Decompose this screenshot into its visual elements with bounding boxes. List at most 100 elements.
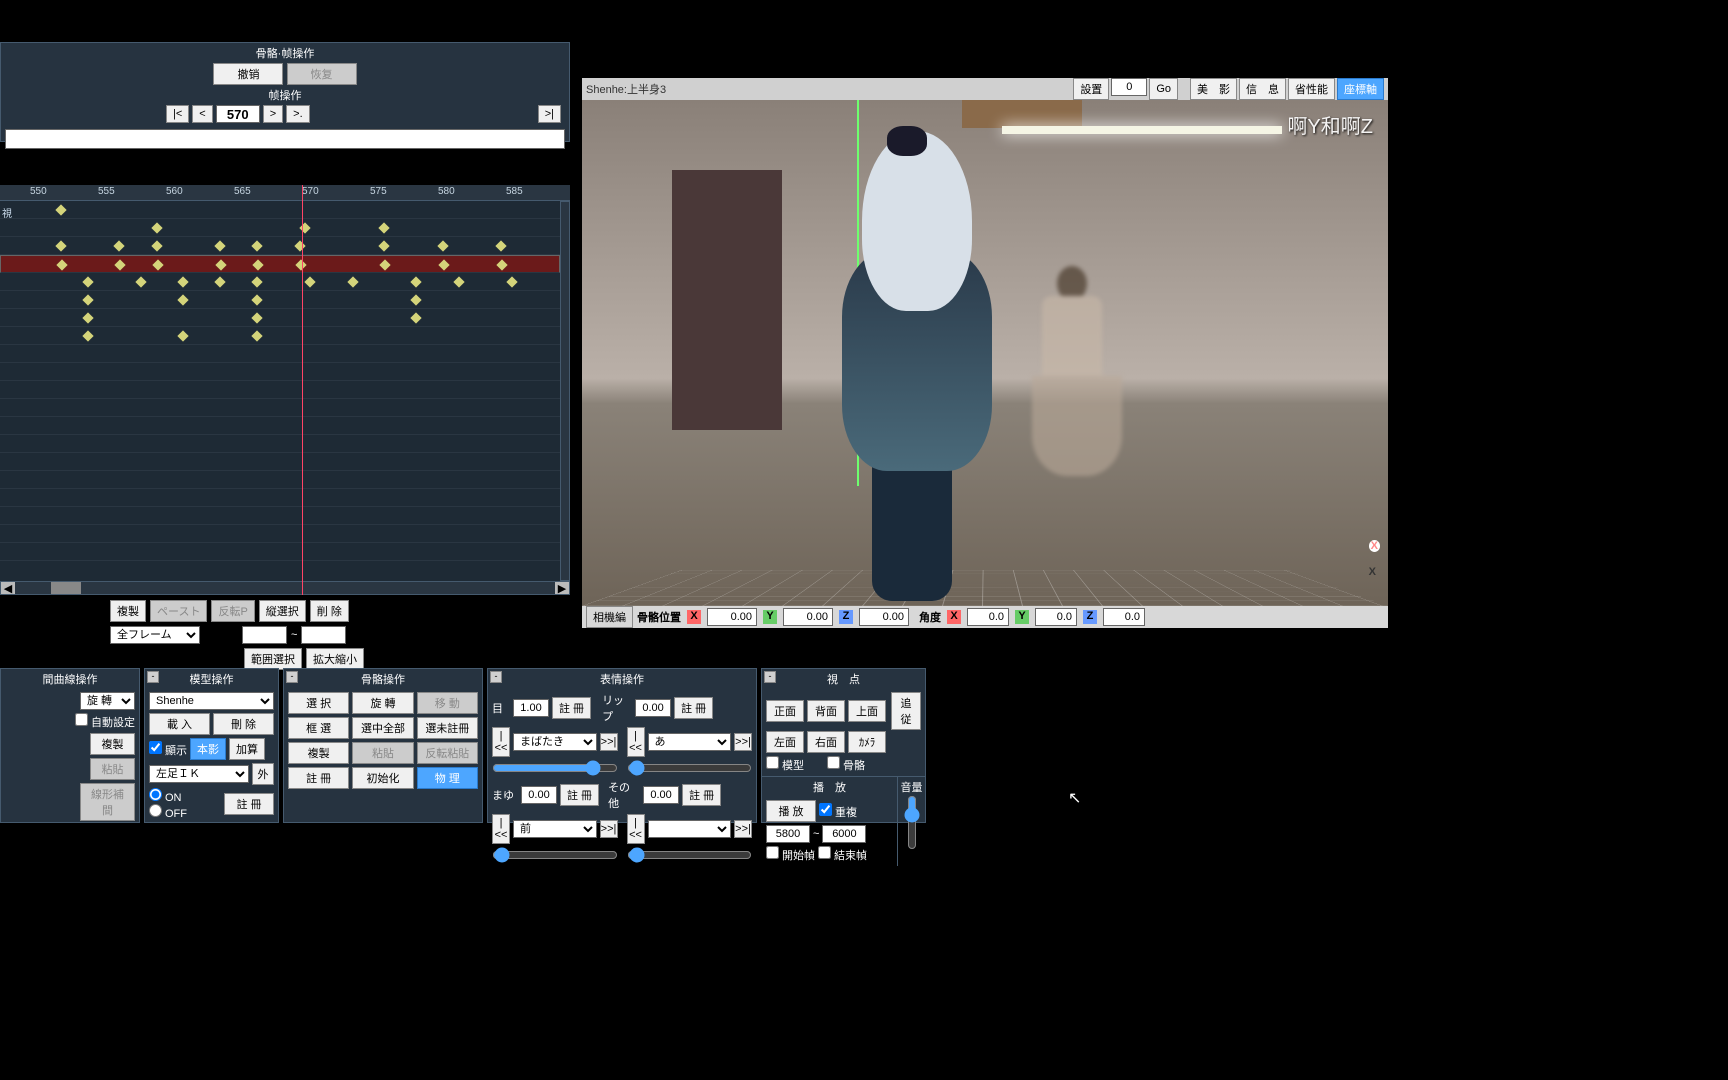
view-follow-button[interactable]: 追従	[891, 692, 921, 730]
model-load-button[interactable]: 載 入	[149, 713, 210, 735]
select-all-button[interactable]: 選中全部	[352, 717, 413, 739]
tl-colsel-button[interactable]: 縦選択	[259, 600, 306, 622]
minimize-icon[interactable]: -	[764, 671, 776, 683]
bone-register-button[interactable]: 註 冊	[288, 767, 349, 789]
keyframe[interactable]	[252, 312, 263, 323]
vp-go-button[interactable]: Go	[1149, 78, 1178, 100]
keyframe[interactable]	[252, 240, 263, 251]
frame-last-button[interactable]: >|	[538, 105, 561, 123]
view-right-button[interactable]: 右面	[807, 731, 845, 753]
lip-value-input[interactable]	[635, 699, 671, 717]
brow-first-button[interactable]: |<<	[492, 814, 510, 844]
pos-y-input[interactable]	[783, 608, 833, 626]
ik-off-radio[interactable]: OFF	[149, 808, 187, 820]
keyframe[interactable]	[56, 259, 67, 270]
timeline-row[interactable]	[0, 489, 560, 507]
keyframe[interactable]	[453, 276, 464, 287]
additive-button[interactable]: 加算	[229, 738, 265, 760]
play-from-input[interactable]	[766, 825, 810, 843]
keyframe[interactable]	[299, 222, 310, 233]
view-front-button[interactable]: 正面	[766, 700, 804, 722]
timeline-row[interactable]	[0, 507, 560, 525]
scroll-right-button[interactable]: ▶	[555, 582, 569, 594]
timeline-row[interactable]	[0, 399, 560, 417]
blink-last-button[interactable]: >>|	[600, 733, 618, 751]
brow-value-input[interactable]	[521, 786, 557, 804]
box-select-button[interactable]: 框 選	[288, 717, 349, 739]
play-button[interactable]: 播 放	[766, 800, 816, 822]
keyframe[interactable]	[252, 276, 263, 287]
ang-x-input[interactable]	[967, 608, 1009, 626]
model-shenhe[interactable]	[812, 121, 1012, 601]
keyframe[interactable]	[214, 276, 225, 287]
pos-x-input[interactable]	[707, 608, 757, 626]
zoom-button[interactable]: 拡大縮小	[306, 648, 364, 670]
timeline-row[interactable]	[0, 471, 560, 489]
blink-select[interactable]: まばたき	[513, 733, 597, 751]
frame-step-button[interactable]: >.	[286, 105, 309, 123]
keyframe[interactable]	[506, 276, 517, 287]
keyframe[interactable]	[411, 294, 422, 305]
ang-z-input[interactable]	[1103, 608, 1145, 626]
frame-scope-select[interactable]: 全フレーム	[110, 626, 200, 644]
model-show-check[interactable]: 顯示	[149, 741, 187, 758]
brow-select[interactable]: 前	[513, 820, 597, 838]
timeline-grid[interactable]: 550555560565570575580585 視 ◀ ▶	[0, 185, 570, 595]
curve-axis-select[interactable]: 旋 轉	[80, 692, 135, 710]
keyframe[interactable]	[214, 240, 225, 251]
frame-next-button[interactable]: >	[263, 105, 283, 123]
timeline-scroll-v[interactable]	[560, 201, 570, 581]
keyframe[interactable]	[55, 204, 66, 215]
vp-perf-button[interactable]: 省性能	[1288, 78, 1335, 100]
keyframe[interactable]	[379, 222, 390, 233]
keyframe[interactable]	[438, 259, 449, 270]
timeline-row[interactable]	[0, 201, 560, 219]
other-slider[interactable]	[627, 847, 753, 863]
timeline-row[interactable]	[0, 291, 560, 309]
frame-prev-button[interactable]: <	[192, 105, 212, 123]
mouth-select[interactable]: あ	[648, 733, 732, 751]
range-select-button[interactable]: 範囲選択	[244, 648, 302, 670]
keyframe[interactable]	[82, 312, 93, 323]
blink-first-button[interactable]: |<<	[492, 727, 510, 757]
bone-ik-select[interactable]: 左足ＩＫ	[149, 765, 249, 783]
eye-slider[interactable]	[492, 760, 618, 776]
repeat-check[interactable]: 重複	[819, 803, 857, 820]
keyframe[interactable]	[151, 222, 162, 233]
timeline-row[interactable]	[0, 345, 560, 363]
timeline-row[interactable]	[0, 309, 560, 327]
model-select[interactable]: Shenhe	[149, 692, 274, 710]
keyframe[interactable]	[411, 276, 422, 287]
mouth-last-button[interactable]: >>|	[734, 733, 752, 751]
keyframe[interactable]	[437, 240, 448, 251]
keyframe[interactable]	[496, 259, 507, 270]
keyframe[interactable]	[82, 294, 93, 305]
view-camera-button[interactable]: ｶﾒﾗ	[848, 731, 886, 753]
keyframe[interactable]	[347, 276, 358, 287]
ang-y-input[interactable]	[1035, 608, 1077, 626]
timeline-row[interactable]	[0, 543, 560, 561]
timeline-row[interactable]	[0, 525, 560, 543]
range-from-input[interactable]	[242, 626, 287, 644]
model-delete-button[interactable]: 刪 除	[213, 713, 274, 735]
viewport[interactable]: 啊Y和啊Z X X 相機編 骨骼位置 X Y Z 角度 X Y Z	[582, 78, 1388, 628]
auto-set-check[interactable]: 自動設定	[75, 713, 135, 730]
end-frame-check[interactable]: 結束幀	[818, 846, 867, 863]
vp-frame-input[interactable]	[1111, 78, 1147, 96]
timeline-ruler[interactable]: 550555560565570575580585	[0, 185, 570, 201]
scroll-left-button[interactable]: ◀	[1, 582, 15, 594]
keyframe[interactable]	[305, 276, 316, 287]
ik-on-radio[interactable]: ON	[149, 792, 182, 804]
keyframe[interactable]	[411, 312, 422, 323]
keyframe[interactable]	[295, 259, 306, 270]
frame-first-button[interactable]: |<	[166, 105, 189, 123]
other-select[interactable]	[648, 820, 732, 838]
mouth-first-button[interactable]: |<<	[627, 727, 645, 757]
view-left-button[interactable]: 左面	[766, 731, 804, 753]
lip-slider[interactable]	[627, 760, 753, 776]
axis-gizmo[interactable]: X X	[1369, 529, 1380, 581]
viewport-scene[interactable]: 啊Y和啊Z X X	[582, 100, 1388, 606]
start-frame-check[interactable]: 開始幀	[766, 846, 815, 863]
timeline-row[interactable]	[0, 417, 560, 435]
external-button[interactable]: 外	[252, 763, 274, 785]
